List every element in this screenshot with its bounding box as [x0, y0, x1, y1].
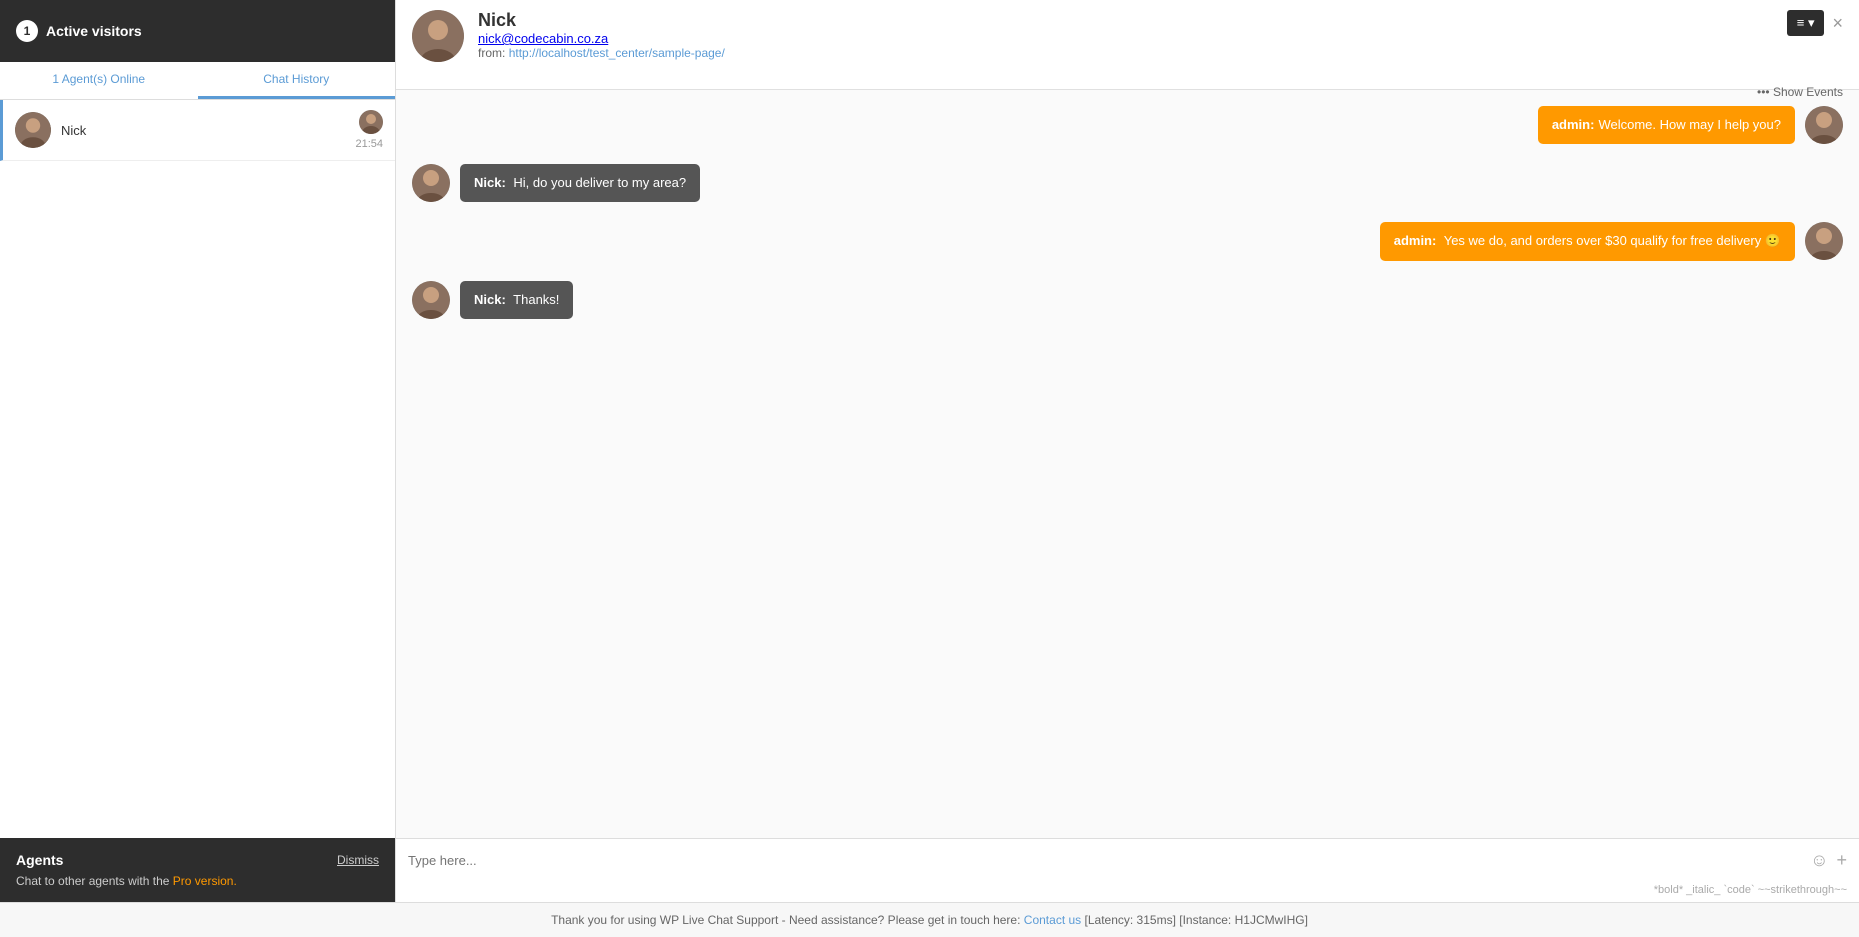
pro-version-link[interactable]: Pro version.	[173, 874, 237, 888]
chat-time: 21:54	[355, 138, 383, 150]
chat-item-meta: 21:54	[355, 110, 383, 150]
chat-input-row: ☺ +	[396, 839, 1859, 882]
user-avatar-msg	[412, 164, 450, 202]
show-events-link[interactable]: ••• Show Events	[1757, 85, 1843, 99]
avatar	[15, 112, 51, 148]
footer-latency: [Latency: 315ms] [Instance: H1JCMwIHG]	[1085, 913, 1308, 927]
message-bubble: admin:Welcome. How may I help you?	[1538, 106, 1795, 144]
message-row: admin:Welcome. How may I help you?	[412, 106, 1843, 144]
agents-section: Agents Dismiss Chat to other agents with…	[0, 838, 395, 902]
footer-text: Thank you for using WP Live Chat Support…	[551, 913, 1020, 927]
active-visitors-label: Active visitors	[46, 23, 142, 39]
header-user-info: Nick nick@codecabin.co.za from: http://l…	[478, 10, 1787, 60]
active-count-badge: 1	[16, 20, 38, 42]
message-bubble: admin: Yes we do, and orders over $30 qu…	[1380, 222, 1795, 260]
tab-agents-online[interactable]: 1 Agent(s) Online	[0, 62, 198, 99]
user-avatar-msg	[412, 281, 450, 319]
tab-chat-history[interactable]: Chat History	[198, 62, 396, 99]
header-user-email: nick@codecabin.co.za	[478, 31, 1787, 46]
agent-avatar-msg	[1805, 222, 1843, 260]
chat-input-toolbar: *bold* _italic_ `code` ~~strikethrough~~	[396, 882, 1859, 902]
footer-bar: Thank you for using WP Live Chat Support…	[0, 902, 1859, 937]
message-row: Nick: Hi, do you deliver to my area?	[412, 164, 1843, 202]
dismiss-link[interactable]: Dismiss	[337, 853, 379, 867]
sidebar-header: 1 Active visitors	[0, 0, 395, 62]
message-bubble: Nick: Thanks!	[460, 281, 573, 319]
agents-pro-text: Chat to other agents with the Pro versio…	[16, 874, 379, 888]
emoji-icon[interactable]: ☺	[1810, 850, 1828, 871]
header-user-name: Nick	[478, 10, 1787, 31]
chat-user-name: Nick	[61, 123, 355, 138]
header-user-avatar	[412, 10, 464, 62]
agent-avatar-msg	[1805, 106, 1843, 144]
sidebar-tabs: 1 Agent(s) Online Chat History	[0, 62, 395, 100]
chat-input-area: ☺ + *bold* _italic_ `code` ~~strikethrou…	[396, 838, 1859, 902]
menu-button[interactable]: ≡ ▾	[1787, 10, 1825, 36]
chat-list: Nick 21:54	[0, 100, 395, 838]
message-bubble: Nick: Hi, do you deliver to my area?	[460, 164, 700, 202]
add-icon[interactable]: +	[1836, 850, 1847, 871]
header-from: from: http://localhost/test_center/sampl…	[478, 46, 1787, 60]
header-from-url[interactable]: http://localhost/test_center/sample-page…	[509, 46, 725, 60]
message-row: Nick: Thanks!	[412, 281, 1843, 319]
message-row: admin: Yes we do, and orders over $30 qu…	[412, 222, 1843, 260]
chat-header: Nick nick@codecabin.co.za from: http://l…	[396, 0, 1859, 90]
chat-list-item[interactable]: Nick 21:54	[0, 100, 395, 161]
message-sender: Nick:	[474, 292, 506, 307]
message-sender: Nick:	[474, 175, 506, 190]
chat-input[interactable]	[408, 847, 1810, 874]
chat-messages: admin:Welcome. How may I help you? Nick:…	[396, 90, 1859, 838]
chat-input-icons: ☺ +	[1810, 850, 1847, 871]
message-sender: admin:	[1552, 117, 1595, 132]
message-sender: admin:	[1394, 233, 1437, 248]
chat-area: Nick nick@codecabin.co.za from: http://l…	[395, 0, 1859, 902]
contact-us-link[interactable]: Contact us	[1024, 913, 1081, 927]
agents-header: Agents Dismiss	[16, 852, 379, 868]
header-actions: ≡ ▾ ×	[1787, 10, 1843, 36]
close-button[interactable]: ×	[1832, 13, 1843, 34]
agent-avatar-small	[359, 110, 383, 134]
agents-title: Agents	[16, 852, 63, 868]
sidebar: 1 Active visitors 1 Agent(s) Online Chat…	[0, 0, 395, 902]
user-avatar-image	[15, 112, 51, 148]
